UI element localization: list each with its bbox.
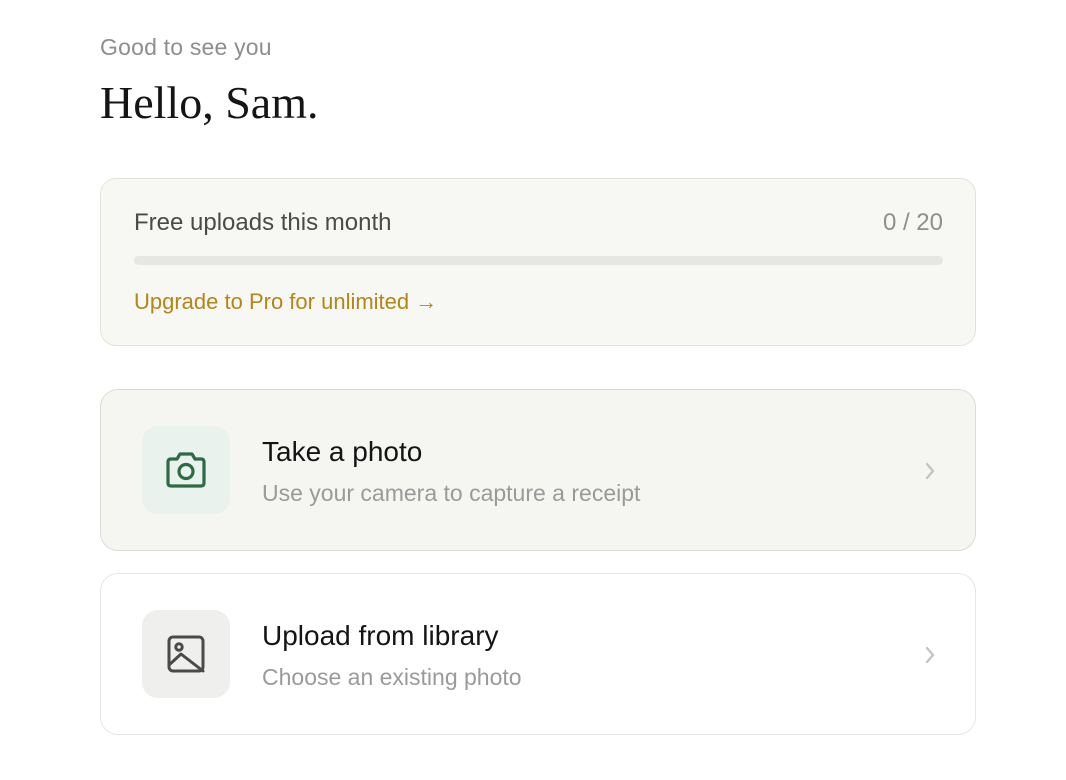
camera-icon-container [142,426,230,514]
upload-library-title: Upload from library [262,620,499,651]
greeting-subtitle: Good to see you [100,34,272,60]
chevron-right-icon [925,462,935,480]
quota-label: Free uploads this month [134,209,392,236]
take-photo-button[interactable]: Take a photo Use your camera to capture … [100,389,976,551]
quota-count: 0 / 20 [882,209,943,236]
upload-from-library-button[interactable]: Upload from library Choose an existing p… [100,573,976,735]
image-icon [167,635,205,673]
upload-quota-card: Free uploads this month 0 / 20 Upgrade t… [100,178,976,346]
take-photo-description: Use your camera to capture a receipt [262,480,641,506]
upgrade-link[interactable]: Upgrade to Pro for unlimited → [134,289,437,315]
page-title: Hello, Sam. [100,77,319,128]
chevron-right-icon [925,646,935,664]
quota-progress-bar [134,256,943,265]
take-photo-title: Take a photo [262,436,423,467]
camera-icon [166,452,206,488]
image-icon-container [142,610,230,698]
upload-library-description: Choose an existing photo [262,664,522,690]
